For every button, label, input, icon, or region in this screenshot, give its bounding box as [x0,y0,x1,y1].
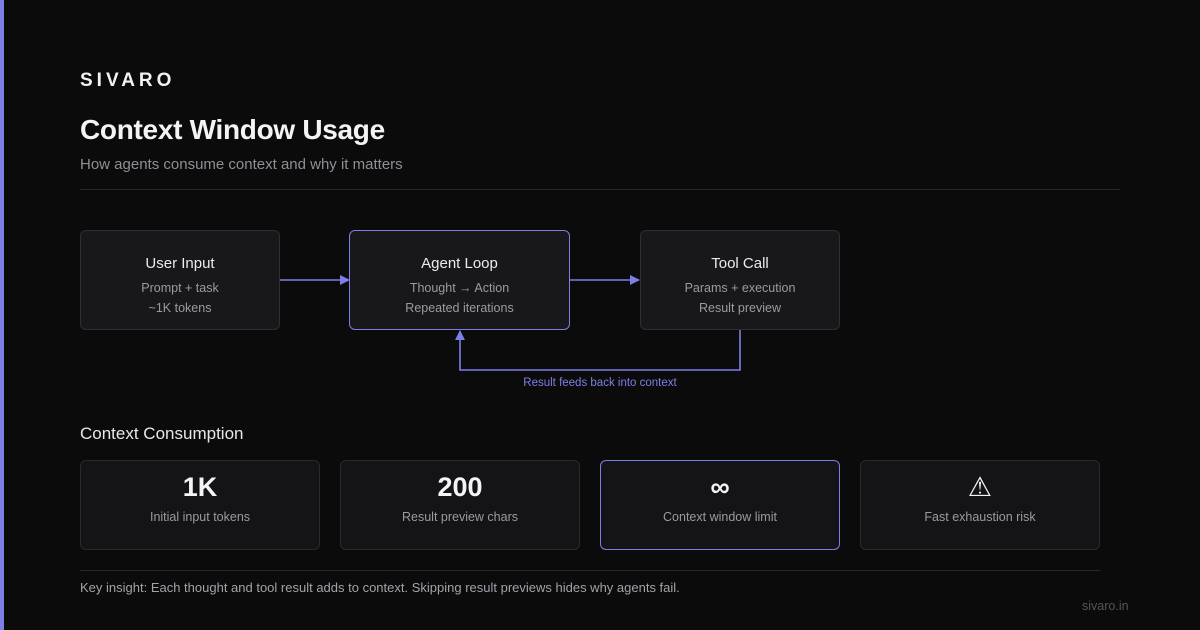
section-title: Context Consumption [80,424,244,443]
node-detail: Repeated iterations [405,301,514,315]
node-tool-call: Tool Call Params + execution Result prev… [640,230,840,330]
node-agent-loop: Agent Loop Thought → Action Repeated ite… [349,230,570,330]
node-title: User Input [145,255,215,272]
metric-value: 1K [182,472,218,502]
metric-label: Result preview chars [401,510,518,524]
node-user-input: User Input Prompt + task ~1K tokens [80,230,280,330]
node-title: Tool Call [711,255,769,272]
metric-label: Initial input tokens [149,510,251,524]
page-subtitle: How agents consume context and why it ma… [80,156,403,173]
node-detail: Result preview [699,301,781,315]
key-insight: Key insight: Each thought and tool resul… [80,580,680,595]
metric-card-initial-tokens: 1K Initial input tokens [80,460,320,550]
brand-logo: SIVARO [80,70,176,91]
footer-url: sivaro.in [1082,599,1129,613]
node-detail: Prompt + task [141,281,219,295]
header-divider [80,189,1120,190]
metric-card-exhaustion-risk: ⚠ Fast exhaustion risk [860,460,1100,550]
accent-bar [0,0,4,630]
node-detail: Params + execution [684,281,796,295]
infinity-icon: ∞ [710,472,730,502]
metric-label: Fast exhaustion risk [924,510,1036,524]
metric-label: Context window limit [663,510,777,524]
metric-card-preview-chars: 200 Result preview chars [340,460,580,550]
metric-card-context-limit: ∞ Context window limit [600,460,840,550]
node-title: Agent Loop [421,255,498,272]
metric-value: 200 [437,472,483,502]
arrow-feedback-loop [455,330,741,371]
node-detail: Thought → Action [409,281,510,295]
footer-divider [80,570,1100,571]
page: SIVARO Context Window Usage How agents c… [0,0,1200,630]
node-detail: ~1K tokens [148,301,212,315]
warning-icon: ⚠ [967,472,993,502]
page-title: Context Window Usage [80,114,385,145]
feedback-loop-label: Result feeds back into context [523,377,677,389]
